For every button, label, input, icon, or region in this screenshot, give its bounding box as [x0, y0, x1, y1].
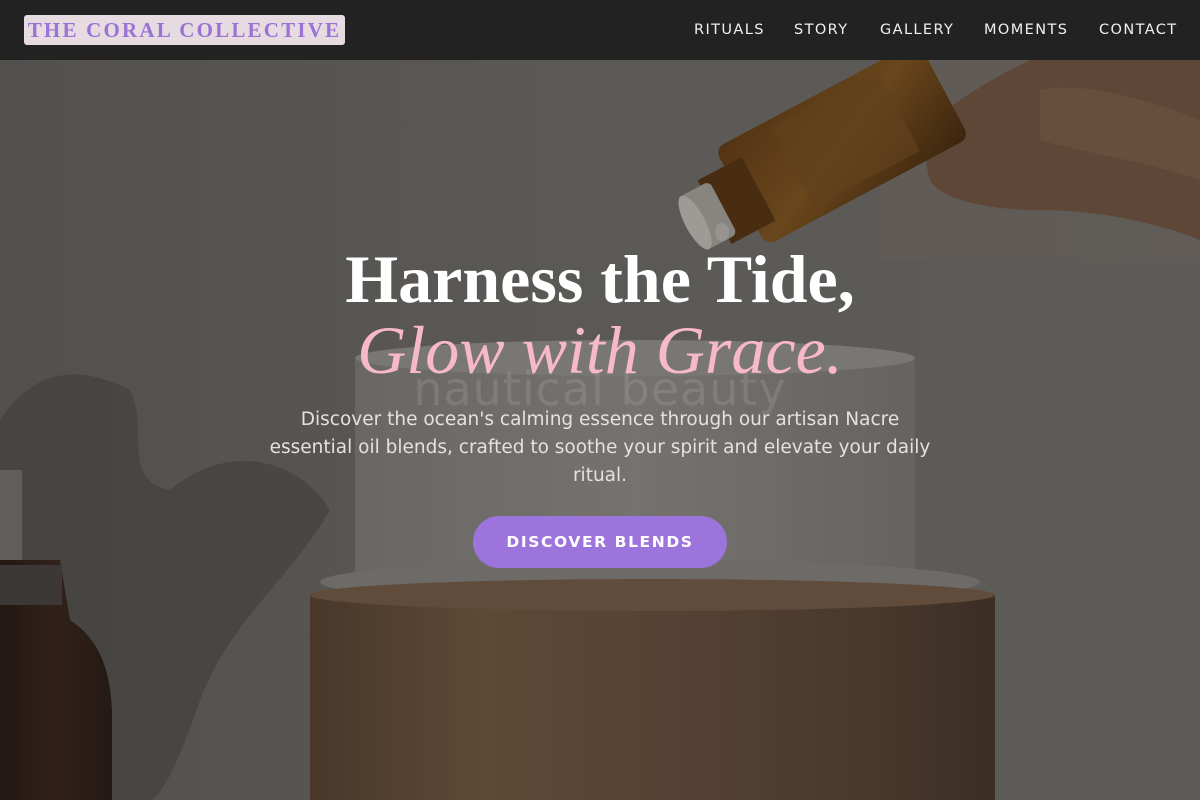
nav-item-story[interactable]: STORY	[794, 20, 848, 40]
main-nav: RITUALS STORY GALLERY MOMENTS CONTACT	[0, 0, 1200, 60]
hero-headline-accent: Glow with Grace.	[357, 312, 843, 388]
discover-blends-button[interactable]: DISCOVER BLENDS	[473, 516, 727, 568]
hero-headline: Harness the Tide,	[345, 241, 855, 317]
hero-section: nautical beauty Harness the Tide, Glow w…	[0, 60, 1200, 800]
hero-subtitle: Discover the ocean's calming essence thr…	[269, 409, 931, 486]
nav-item-contact[interactable]: CONTACT	[1099, 20, 1178, 40]
nav-item-rituals[interactable]: RITUALS	[694, 20, 765, 40]
nav-item-moments[interactable]: MOMENTS	[984, 20, 1068, 40]
nav-item-gallery[interactable]: GALLERY	[880, 20, 954, 40]
site-header: THE CORAL COLLECTIVE RITUALS STORY GALLE…	[0, 0, 1200, 60]
